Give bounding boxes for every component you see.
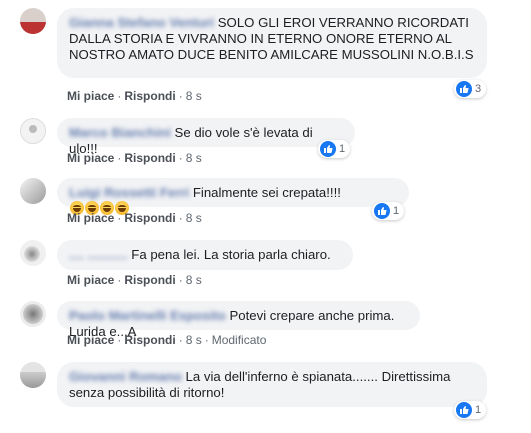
thumbs-up-icon <box>456 81 472 97</box>
timestamp[interactable]: 8 s <box>186 273 202 287</box>
thumbs-up-icon <box>320 141 336 157</box>
comment-3: Luigi Rossetti Ferri Finalmente sei crep… <box>0 172 531 230</box>
separator: · <box>178 211 183 225</box>
thumbs-up-icon <box>374 203 390 219</box>
comment-text: Fa pena lei. La storia parla chiaro. <box>131 247 331 262</box>
separator: · <box>178 151 183 165</box>
author-name[interactable]: Giovanni Romano <box>69 369 182 384</box>
avatar[interactable] <box>20 240 46 266</box>
comment-actions: Mi piace · Rispondi · 8 s <box>67 89 202 103</box>
separator: · <box>117 151 122 165</box>
comment-bubble: Gianna Stefano Venturi SOLO GLI EROI VER… <box>57 8 487 78</box>
comment-bubble: .... ........... Fa pena lei. La storia … <box>57 240 353 270</box>
separator: · <box>117 333 122 347</box>
comment-bubble: Marco Bianchini Se dio vole s'è levata d… <box>57 118 355 156</box>
like-link[interactable]: Mi piace <box>67 151 114 165</box>
separator: · <box>117 211 122 225</box>
avatar[interactable] <box>20 8 46 34</box>
separator: · <box>178 333 183 347</box>
reply-link[interactable]: Rispondi <box>124 211 175 225</box>
author-name[interactable]: Luigi Rossetti Ferri <box>69 185 189 200</box>
like-link[interactable]: Mi piace <box>67 273 114 287</box>
separator: · <box>117 89 122 103</box>
timestamp[interactable]: 8 s <box>186 89 202 103</box>
reply-link[interactable]: Rispondi <box>124 273 175 287</box>
reaction-badge[interactable]: 3 <box>454 80 487 98</box>
reaction-badge[interactable]: 1 <box>318 140 351 158</box>
like-link[interactable]: Mi piace <box>67 211 114 225</box>
avatar[interactable] <box>20 118 46 144</box>
comment-5: Paolo Martinelli Esposito Potevi crepare… <box>0 295 531 351</box>
comment-bubble: Giovanni Romano La via dell'inferno è sp… <box>57 362 487 407</box>
avatar[interactable] <box>20 362 46 388</box>
like-link[interactable]: Mi piace <box>67 89 114 103</box>
comment-actions: Mi piace · Rispondi · 8 s <box>67 273 202 287</box>
author-name[interactable]: Marco Bianchini <box>69 125 171 140</box>
timestamp[interactable]: 8 s <box>186 151 202 165</box>
separator: · <box>117 273 122 287</box>
avatar[interactable] <box>20 178 46 204</box>
comment-actions: Mi piace · Rispondi · 8 s · Modificato <box>67 333 266 347</box>
comment-bubble: Luigi Rossetti Ferri Finalmente sei crep… <box>57 178 409 215</box>
reaction-count: 1 <box>339 143 346 155</box>
author-name[interactable]: Paolo Martinelli Esposito <box>69 308 226 323</box>
author-name[interactable]: Gianna Stefano Venturi <box>69 15 214 30</box>
like-link[interactable]: Mi piace <box>67 333 114 347</box>
reaction-count: 1 <box>393 205 400 217</box>
avatar[interactable] <box>20 301 46 327</box>
reply-link[interactable]: Rispondi <box>124 89 175 103</box>
comment-actions: Mi piace · Rispondi · 8 s <box>67 211 202 225</box>
comment-6: Giovanni Romano La via dell'inferno è sp… <box>0 356 531 433</box>
separator: · <box>204 333 209 347</box>
timestamp[interactable]: 8 s <box>186 333 202 347</box>
reaction-count: 1 <box>475 404 482 416</box>
thumbs-up-icon <box>456 402 472 418</box>
comment-2: Marco Bianchini Se dio vole s'è levata d… <box>0 112 531 170</box>
separator: · <box>178 89 183 103</box>
separator: · <box>178 273 183 287</box>
comment-actions: Mi piace · Rispondi · 8 s <box>67 151 202 165</box>
author-name[interactable]: .... ........... <box>69 247 128 262</box>
reaction-badge[interactable]: 1 <box>454 401 487 419</box>
comment-4: .... ........... Fa pena lei. La storia … <box>0 234 531 290</box>
timestamp[interactable]: 8 s <box>186 211 202 225</box>
comment-text: Finalmente sei crepata!!!! <box>192 185 341 200</box>
reaction-badge[interactable]: 1 <box>372 202 405 220</box>
reply-link[interactable]: Rispondi <box>124 151 175 165</box>
reaction-count: 3 <box>475 83 482 95</box>
reply-link[interactable]: Rispondi <box>124 333 175 347</box>
comment-bubble: Paolo Martinelli Esposito Potevi crepare… <box>57 301 420 339</box>
comment-1: Gianna Stefano Venturi SOLO GLI EROI VER… <box>0 0 531 110</box>
modified-label[interactable]: Modificato <box>212 333 267 347</box>
